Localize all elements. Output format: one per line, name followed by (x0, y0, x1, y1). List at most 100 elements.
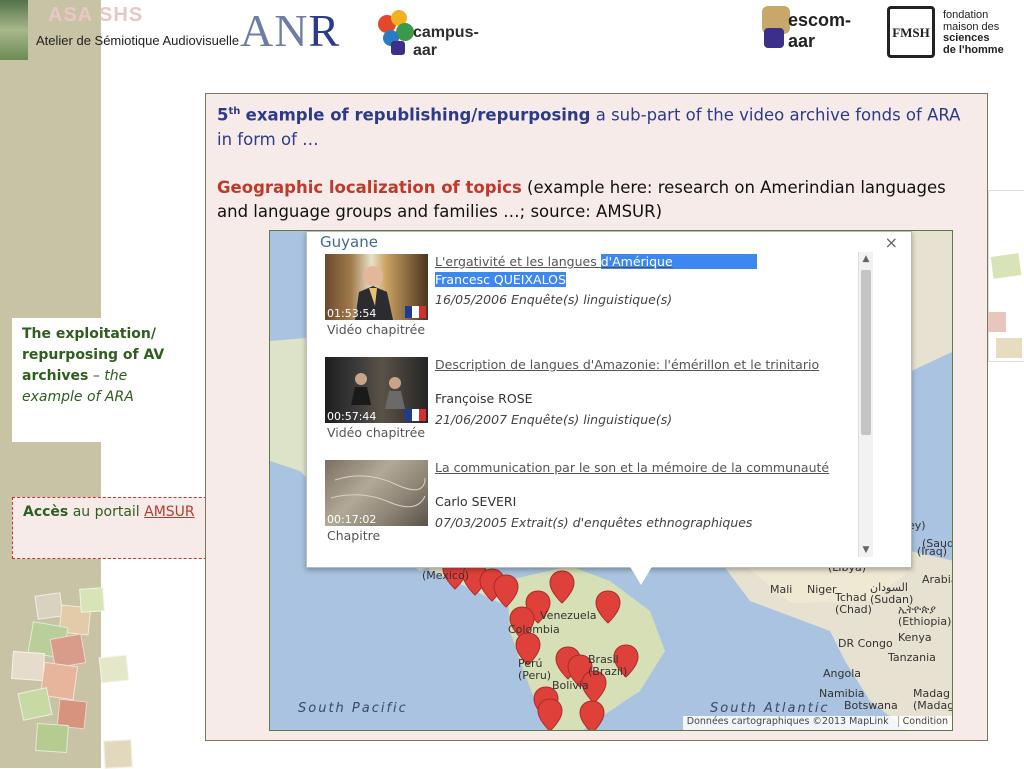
access-mid: au portail (68, 504, 145, 520)
video-author: Francesc QUEIXALOS (435, 272, 566, 287)
popup-tail (629, 565, 653, 585)
video-type: Vidéo chapitrée (327, 322, 426, 337)
video-title-link[interactable]: L'ergativité et les langues d'Amérique (435, 254, 835, 270)
decor-square (17, 687, 53, 721)
map-label: Mali (770, 583, 793, 596)
access-text: Accès au portail AMSUR (23, 504, 195, 520)
map-label: (Peru) (518, 669, 552, 682)
map-view[interactable]: México (Mexico) Venezuela Colombia Perú … (269, 230, 953, 731)
video-type: Chapitre (327, 528, 381, 543)
fmsh-line: fondation (943, 9, 989, 21)
duration: 00:17:02 (327, 513, 377, 526)
map-label: Colombia (508, 623, 560, 636)
escom-aar-logo: escom-aar (762, 4, 874, 58)
access-bold: Accès (23, 504, 69, 520)
asa-shs-logo: ASA SHS Atelier de Sémiotique Audiovisue… (30, 4, 239, 56)
video-title-link[interactable]: Description de langues d'Amazonie: l'émé… (435, 357, 835, 373)
video-meta: 07/03/2005 Extrait(s) d'enquêtes ethnogr… (435, 515, 753, 530)
popup-scrollbar[interactable]: ▲ ▼ (858, 252, 873, 557)
exploitation-dash: – (88, 368, 105, 384)
chevron-up-icon[interactable]: ▲ (859, 252, 873, 266)
close-icon[interactable]: × (885, 233, 898, 252)
map-marker-icon (549, 570, 575, 604)
chevron-down-icon[interactable]: ▼ (859, 543, 873, 557)
headline: 5th example of republishing/repurposing … (217, 100, 977, 224)
info-popup: Guyane × ▲ ▼ 01:53:54 Vidéo chapitrée L'… (306, 231, 912, 585)
map-label: Tanzania (888, 651, 936, 664)
video-title-link[interactable]: La communication par le son et la mémoir… (435, 460, 835, 476)
video-type: Vidéo chapitrée (327, 425, 426, 440)
author-selected: Francesc QUEIXALOS (435, 272, 566, 287)
map-label: Niger (807, 583, 837, 596)
duration: 00:57:44 (327, 410, 377, 423)
video-meta: 16/05/2006 Enquête(s) linguistique(s) (435, 292, 673, 307)
map-label: Botswana (844, 699, 898, 712)
decor-square (11, 650, 45, 682)
duration: 01:53:54 (327, 307, 377, 320)
anr-letter: N (274, 5, 309, 56)
video-author: Françoise ROSE (435, 391, 533, 406)
decor-square (996, 338, 1022, 358)
map-label: Venezuela (540, 609, 597, 622)
campus-blob-icon (378, 10, 414, 55)
video-meta: 21/06/2007 Enquête(s) linguistique(s) (435, 412, 673, 427)
campus-aar-logo: campus-aar (375, 8, 495, 59)
fmsh-logo: FMSH fondation maison des sciences de l'… (887, 4, 1017, 60)
video-thumbnail[interactable]: 00:57:44 (325, 357, 428, 423)
asa-subtitle: Atelier de Sémiotique Audiovisuelle (36, 33, 240, 48)
headline-number: 5 (217, 105, 229, 125)
title-part-selected: d'Amérique (600, 254, 757, 269)
video-thumbnail[interactable]: 00:17:02 (325, 460, 428, 526)
fmsh-mark: FMSH (887, 6, 935, 58)
map-label: (Ethiopia) (898, 615, 952, 628)
exploitation-text: The exploitation/ repurposing of AV arch… (22, 324, 184, 408)
map-marker-icon (595, 590, 621, 624)
list-item: 00:57:44 Vidéo chapitrée Description de … (325, 357, 855, 460)
scroll-thumb[interactable] (861, 270, 871, 435)
access-callout: Accès au portail AMSUR (12, 497, 222, 559)
decor-square (34, 592, 64, 620)
map-label: DR Congo (838, 637, 893, 650)
headline-bold: example of republishing/repurposing (245, 105, 591, 125)
exploitation-callout: The exploitation/ repurposing of AV arch… (12, 318, 184, 442)
fmsh-text: fondation maison des sciences de l'homme (943, 9, 1004, 56)
map-attribution: Données cartographiques ©2013 MapLink Co… (682, 716, 952, 730)
video-author: Carlo SEVERI (435, 494, 517, 509)
title-part: L'ergativité et les langues (435, 254, 601, 269)
map-label: Arabia (922, 573, 952, 586)
fmsh-line: de l'homme (943, 43, 1004, 56)
escom-label: escom-aar (788, 10, 852, 51)
map-label: (Chad) (835, 603, 872, 616)
french-flag-icon (405, 409, 426, 421)
map-label: (Mexico) (422, 569, 469, 582)
anr-letter: A (240, 5, 275, 56)
subtitle-bold: Geographic localization of topics (217, 177, 522, 197)
video-thumbnail[interactable]: 01:53:54 (325, 254, 428, 320)
map-marker-icon (493, 574, 519, 608)
map-label: (Iraq) (917, 545, 948, 558)
list-item: 00:17:02 Chapitre La communication par l… (325, 460, 855, 563)
conditions-link[interactable]: Condition (897, 716, 948, 727)
map-marker-icon (537, 698, 563, 730)
headline-sup: th (228, 106, 241, 117)
popup-title: Guyane (320, 233, 378, 251)
amsur-link[interactable]: AMSUR (144, 504, 195, 520)
attribution-text: Données cartographiques ©2013 MapLink (686, 716, 889, 727)
french-flag-icon (405, 306, 426, 318)
map-label: Angola (823, 667, 862, 680)
decor-square (988, 312, 1006, 332)
map-label-ocean: South Atlantic (710, 701, 830, 716)
decor-square (35, 722, 69, 754)
list-item: 01:53:54 Vidéo chapitrée L'ergativité et… (325, 254, 855, 357)
decor-square (98, 654, 130, 684)
campus-label: campus-aar (413, 24, 479, 59)
asa-watermark: ASA SHS (48, 4, 144, 26)
decor-square (990, 253, 1022, 279)
map-label: Bolivia (552, 679, 589, 692)
vine-texture (0, 0, 28, 60)
fmsh-line: sciences (943, 32, 990, 44)
map-label-ocean: South Pacific (298, 701, 408, 716)
map-label: (Brazil) (588, 665, 628, 678)
decor-square (103, 739, 133, 769)
map-label: Kenya (898, 631, 932, 644)
